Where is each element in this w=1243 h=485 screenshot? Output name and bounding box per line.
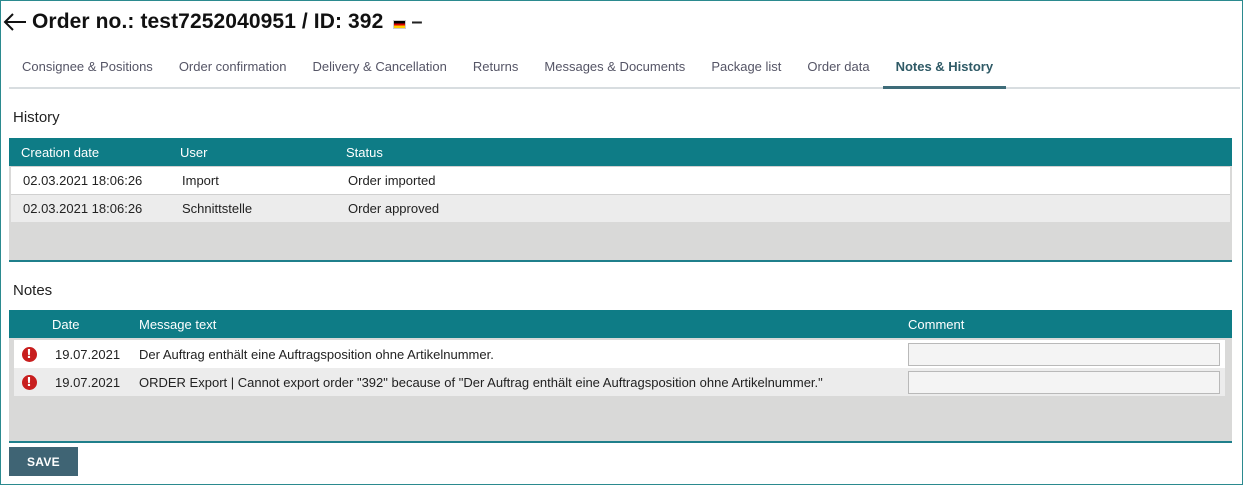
- note-icon-cell: !: [14, 346, 44, 362]
- comment-input[interactable]: [908, 370, 1220, 394]
- table-row[interactable]: 02.03.2021 18:06:26 Import Order importe…: [11, 166, 1230, 194]
- history-section-title: History: [13, 109, 60, 126]
- tab-bar: Consignee & Positions Order confirmation…: [9, 48, 1240, 89]
- column-header-status[interactable]: Status: [339, 145, 383, 160]
- column-header-creation-date[interactable]: Creation date: [9, 145, 174, 160]
- history-user: Import: [182, 173, 219, 188]
- note-date: 19.07.2021: [55, 346, 121, 362]
- header-dash: –: [411, 10, 423, 33]
- note-message: Der Auftrag enthält eine Auftragspositio…: [139, 346, 494, 362]
- back-arrow-icon[interactable]: [2, 10, 28, 34]
- history-table: Creation date User Status 02.03.2021 18:…: [9, 138, 1232, 262]
- note-date: 19.07.2021: [55, 374, 121, 390]
- history-user: Schnittstelle: [182, 201, 253, 216]
- comment-input[interactable]: [908, 342, 1220, 366]
- tab-notes-history[interactable]: Notes & History: [882, 48, 1007, 89]
- tab-messages-documents[interactable]: Messages & Documents: [531, 48, 698, 89]
- column-header-date[interactable]: Date: [39, 317, 139, 332]
- history-status: Order imported: [348, 173, 436, 188]
- note-message: ORDER Export | Cannot export order "392"…: [139, 374, 823, 390]
- tab-package-list[interactable]: Package list: [698, 48, 794, 89]
- history-date: 02.03.2021 18:06:26: [23, 201, 143, 216]
- history-status: Order approved: [348, 201, 440, 216]
- note-comment-cell: [908, 342, 1225, 366]
- tab-returns[interactable]: Returns: [460, 48, 532, 89]
- note-icon-cell: !: [14, 374, 44, 390]
- history-table-header: Creation date User Status: [9, 138, 1232, 166]
- tab-order-data[interactable]: Order data: [794, 48, 882, 89]
- note-comment-cell: [908, 370, 1225, 394]
- save-button[interactable]: SAVE: [9, 447, 78, 476]
- table-row[interactable]: 02.03.2021 18:06:26 Schnittstelle Order …: [11, 194, 1230, 222]
- notes-table-header: Date Message text Comment: [9, 310, 1232, 338]
- warning-icon: !: [21, 346, 37, 362]
- table-row[interactable]: ! 19.07.2021 Der Auftrag enthält eine Au…: [14, 340, 1225, 368]
- table-row[interactable]: ! 19.07.2021 ORDER Export | Cannot expor…: [14, 368, 1225, 396]
- page-title: Order no.: test7252040951 / ID: 392: [32, 10, 384, 33]
- column-header-message-text[interactable]: Message text: [139, 317, 908, 332]
- germany-flag-icon: [393, 19, 407, 29]
- history-date: 02.03.2021 18:06:26: [23, 173, 143, 188]
- notes-section-title: Notes: [13, 282, 53, 299]
- tab-delivery-cancellation[interactable]: Delivery & Cancellation: [299, 48, 459, 89]
- warning-icon: !: [21, 374, 37, 390]
- tab-order-confirmation[interactable]: Order confirmation: [166, 48, 300, 89]
- column-header-comment[interactable]: Comment: [908, 317, 1232, 332]
- tab-consignee-positions[interactable]: Consignee & Positions: [9, 48, 166, 89]
- column-header-user[interactable]: User: [174, 145, 339, 160]
- notes-table: Date Message text Comment ! 19.07.2021 D…: [9, 310, 1232, 443]
- page-header: Order no.: test7252040951 / ID: 392 –: [2, 8, 422, 36]
